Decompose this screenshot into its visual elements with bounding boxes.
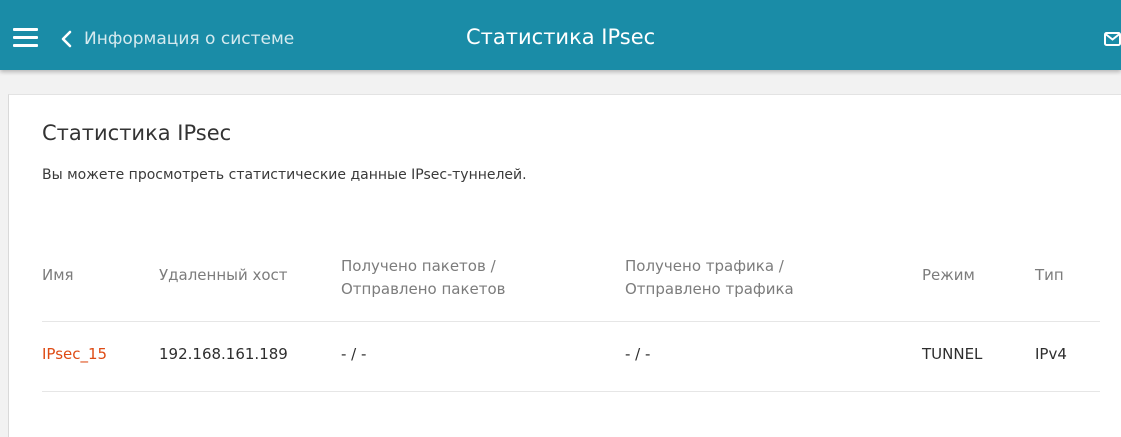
column-header-traffic-line1: Получено трафика /	[625, 257, 784, 275]
cell-type: IPv4	[1035, 345, 1067, 363]
column-header-packets: Получено пакетов / Отправлено пакетов	[341, 255, 506, 301]
hamburger-menu-icon[interactable]	[13, 28, 38, 48]
chevron-left-icon	[61, 30, 72, 48]
cell-remote-host: 192.168.161.189	[159, 345, 288, 363]
column-header-mode: Режим	[922, 266, 975, 284]
column-header-traffic-line2: Отправлено трафика	[625, 280, 794, 298]
app-root: Информация о системе Статистика IPsec Ст…	[0, 0, 1121, 437]
table-divider	[42, 321, 1100, 322]
cell-packets: - / -	[341, 345, 367, 363]
cell-mode: TUNNEL	[922, 345, 983, 363]
header-title: Статистика IPsec	[466, 25, 656, 49]
mail-icon[interactable]	[1104, 32, 1121, 46]
column-header-packets-line2: Отправлено пакетов	[341, 280, 506, 298]
cell-traffic: - / -	[625, 345, 651, 363]
column-header-traffic: Получено трафика / Отправлено трафика	[625, 255, 794, 301]
column-header-remote-host: Удаленный хост	[159, 266, 288, 284]
column-header-packets-line1: Получено пакетов /	[341, 257, 496, 275]
back-link[interactable]: Информация о системе	[60, 24, 294, 54]
page-title: Статистика IPsec	[42, 121, 232, 145]
top-bar: Информация о системе Статистика IPsec	[0, 0, 1121, 70]
tunnel-name-link[interactable]: IPsec_15	[42, 345, 107, 363]
page-description: Вы можете просмотреть статистические дан…	[42, 167, 527, 183]
column-header-type: Тип	[1035, 266, 1064, 284]
table-divider	[42, 391, 1100, 392]
column-header-name: Имя	[42, 266, 74, 284]
back-link-label: Информация о системе	[84, 29, 295, 49]
